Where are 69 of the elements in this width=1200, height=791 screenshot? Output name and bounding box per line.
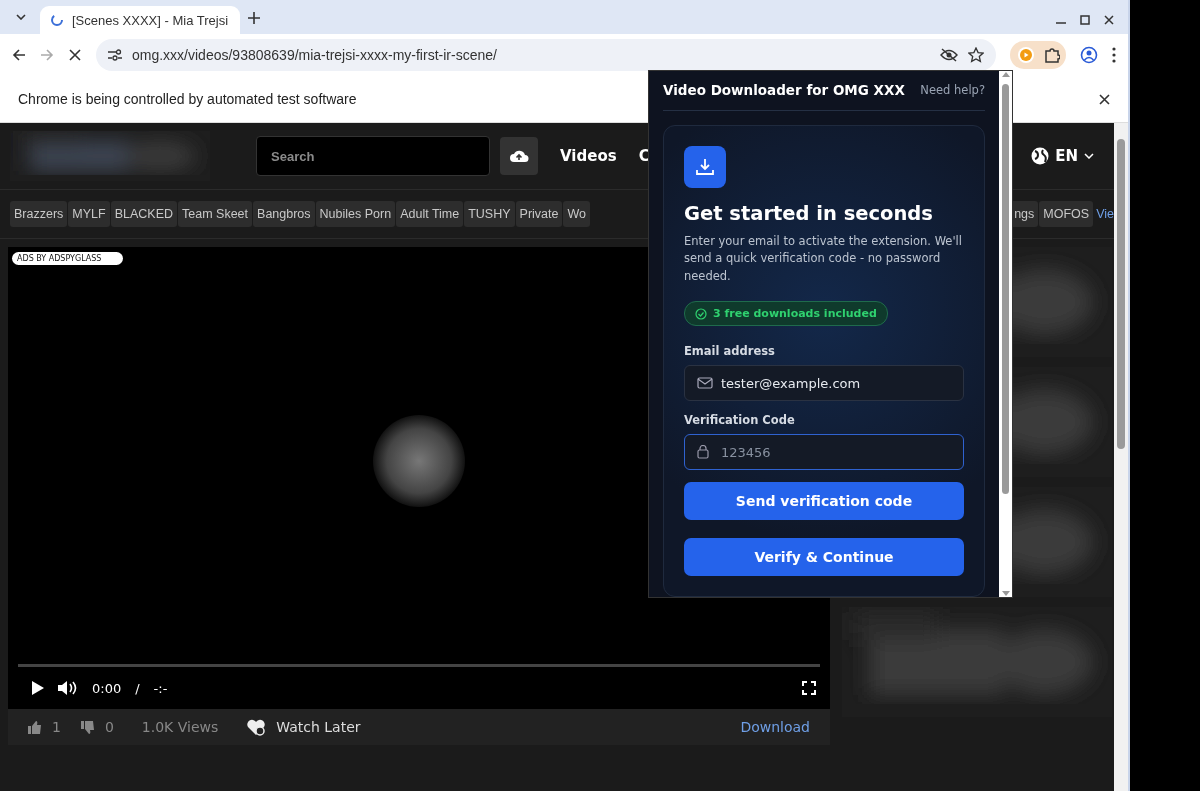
scrollbar[interactable] — [999, 71, 1012, 597]
back-icon[interactable] — [12, 48, 26, 62]
browser-tab[interactable]: [Scenes XXXX] - Mia Trejsi — [40, 6, 240, 34]
watch-later-link[interactable]: Watch Later — [276, 719, 361, 735]
downloads-badge: 3 free downloads included — [684, 301, 888, 326]
spinner-icon — [373, 414, 465, 507]
code-label: Verification Code — [684, 413, 796, 427]
eye-slash-icon[interactable] — [940, 48, 958, 62]
duration: -:- — [153, 680, 168, 696]
ad-label: ADS BY ADSPYGLASS — [12, 252, 124, 265]
category-tag[interactable]: BLACKED — [110, 201, 178, 227]
volume-icon[interactable] — [58, 680, 78, 696]
fullscreen-icon[interactable] — [802, 681, 816, 695]
scrollbar[interactable] — [1114, 123, 1128, 791]
loading-icon — [50, 13, 64, 27]
nav-link[interactable]: Videos — [560, 147, 617, 165]
star-icon[interactable] — [968, 47, 984, 63]
time-separator: / — [135, 680, 140, 696]
category-tag[interactable]: Adult Time — [396, 201, 464, 227]
infobar-message: Chrome is being controlled by automated test software — [18, 91, 357, 107]
tab-list-icon[interactable] — [16, 14, 26, 20]
upload-button[interactable] — [500, 137, 538, 175]
lock-icon — [697, 445, 709, 459]
heart-clock-icon[interactable] — [246, 718, 267, 736]
download-link[interactable]: Download — [740, 719, 810, 735]
send-code-button[interactable]: Send verification code — [684, 482, 964, 520]
category-tag[interactable]: MOFOS — [1039, 201, 1094, 227]
email-label: Email address — [684, 344, 776, 358]
category-tag[interactable]: TUSHY — [464, 201, 515, 227]
view-all-link[interactable]: Vie — [1094, 201, 1114, 227]
play-icon[interactable] — [32, 681, 44, 695]
globe-icon[interactable] — [1031, 147, 1050, 165]
code-field[interactable]: 123456 — [684, 434, 964, 470]
description: Enter your email to activate the extension. We'll send a quick verification code - no password needed. — [684, 232, 963, 285]
profile-icon[interactable] — [1080, 46, 1098, 64]
language-selector[interactable]: EN — [1055, 147, 1078, 165]
progress-track[interactable] — [18, 664, 820, 667]
category-tag[interactable]: Nubiles Porn — [315, 201, 396, 227]
menu-icon[interactable] — [1112, 47, 1116, 63]
help-link[interactable]: Need help? — [920, 83, 985, 98]
category-tag[interactable]: MYLF — [68, 201, 110, 227]
new-tab-icon[interactable] — [248, 12, 260, 24]
envelope-icon — [697, 377, 713, 389]
current-time: 0:00 — [92, 680, 122, 696]
scroll-down-icon[interactable] — [1001, 591, 1010, 597]
verify-button[interactable]: Verify & Continue — [684, 538, 964, 576]
dislike-count: 0 — [104, 719, 114, 735]
category-tag[interactable]: Wo — [563, 201, 590, 227]
category-tag[interactable]: Private — [515, 201, 563, 227]
stop-icon[interactable] — [68, 48, 82, 62]
search-field[interactable]: Search — [256, 136, 490, 176]
category-tag[interactable]: Bangbros — [253, 201, 315, 227]
popup-title: Video Downloader for OMG XXX — [663, 82, 905, 99]
like-count: 1 — [52, 719, 61, 735]
cloud-upload-icon — [509, 149, 529, 163]
maximize-icon[interactable] — [1080, 15, 1090, 25]
puzzle-icon[interactable] — [1044, 47, 1060, 63]
view-count: 1.0K Views — [141, 719, 219, 735]
category-tag[interactable]: Team Skeet — [178, 201, 253, 227]
chevron-down-icon[interactable] — [1084, 153, 1094, 159]
heading: Get started in seconds — [684, 201, 934, 225]
close-icon[interactable] — [1099, 93, 1110, 105]
thumbs-down-icon[interactable] — [80, 720, 95, 734]
category-tag[interactable]: Brazzers — [10, 201, 68, 227]
close-icon[interactable] — [1104, 15, 1114, 25]
download-icon — [684, 145, 726, 188]
thumbs-up-icon[interactable] — [28, 720, 42, 734]
site-info-icon[interactable] — [108, 49, 122, 61]
email-field[interactable]: tester@example.com — [684, 365, 964, 401]
